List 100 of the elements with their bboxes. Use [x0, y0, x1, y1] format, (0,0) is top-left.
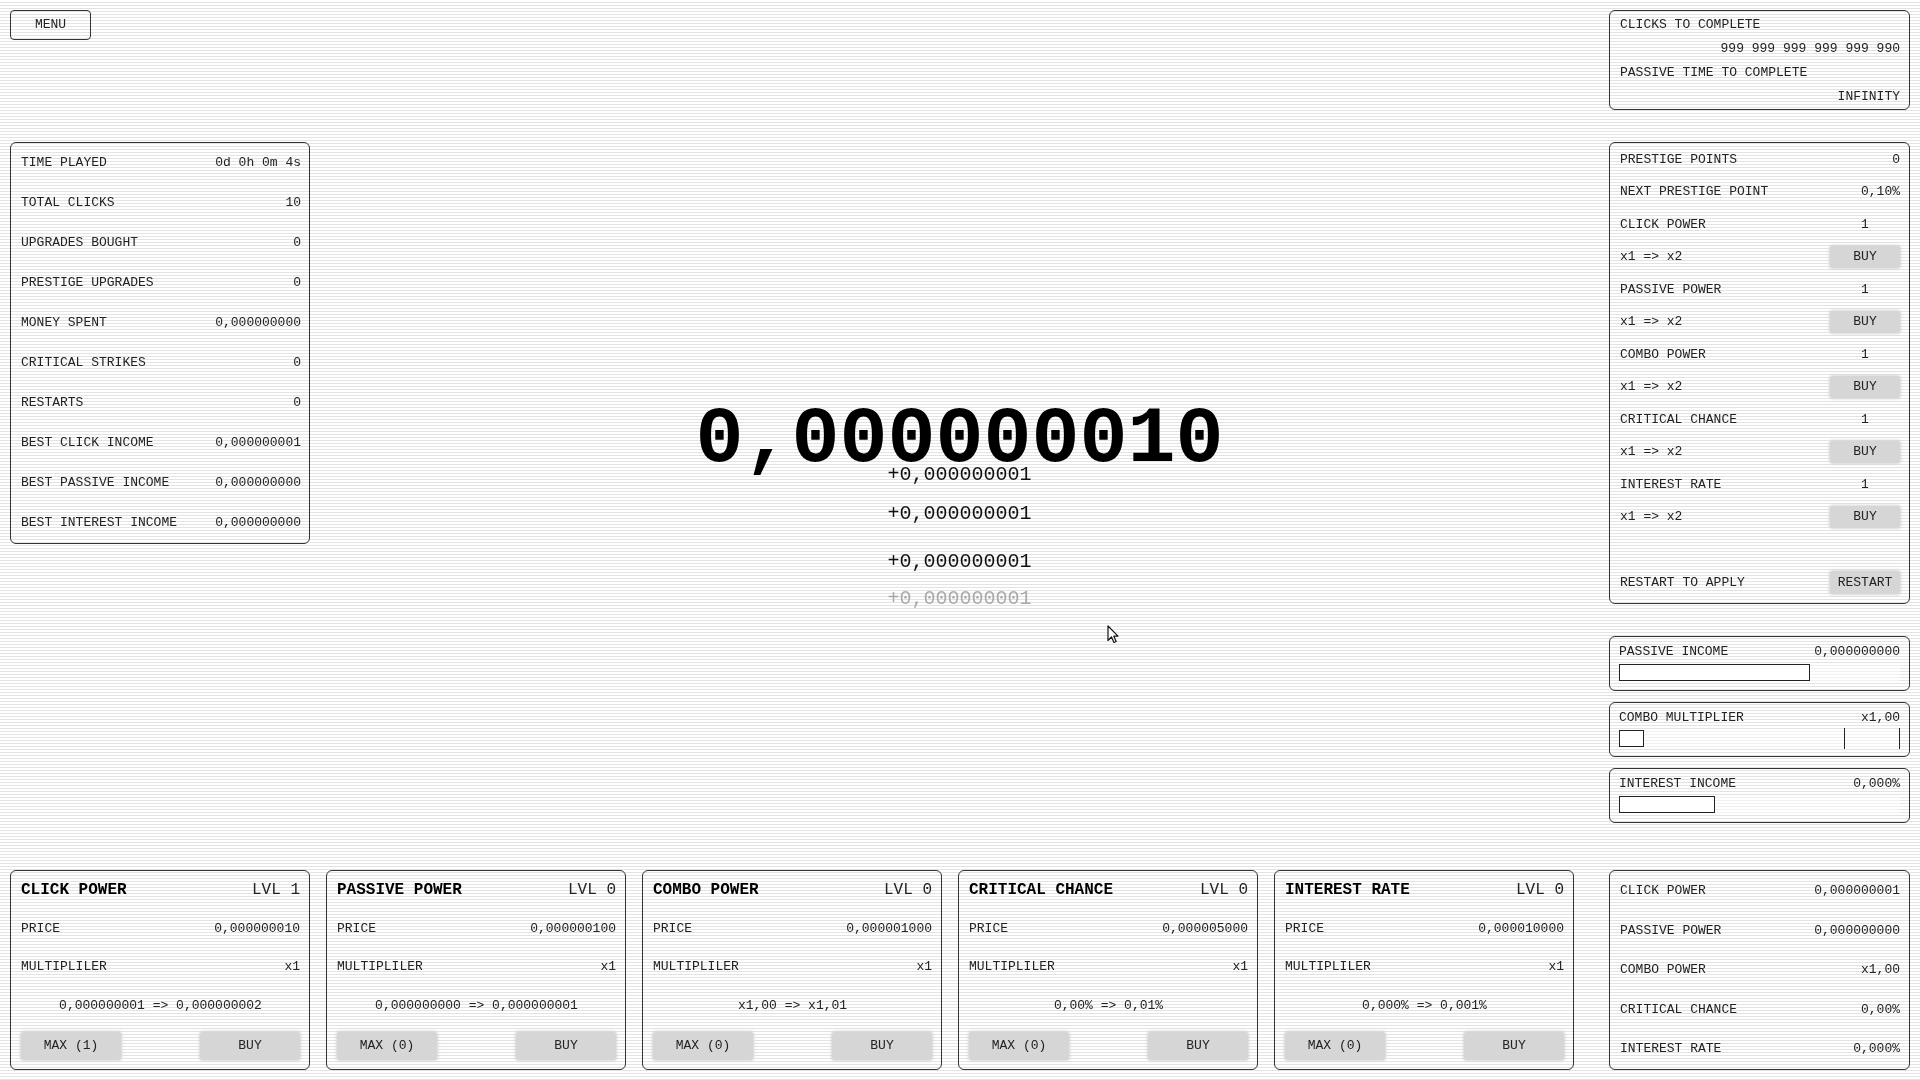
- stat-label: BEST INTEREST INCOME: [21, 514, 178, 533]
- menu-button[interactable]: MENU: [10, 10, 91, 40]
- restart-button[interactable]: RESTART: [1830, 571, 1900, 594]
- prestige-upgrade-level: 1: [1861, 280, 1869, 299]
- prestige-upgrade-level: 1: [1861, 345, 1869, 364]
- completion-label: PASSIVE TIME TO COMPLETE: [1620, 64, 1808, 82]
- max-button[interactable]: MAX (0): [337, 1031, 437, 1060]
- buy-button[interactable]: BUY: [1464, 1031, 1564, 1060]
- prestige-upgrade-change: x1 => x2: [1620, 313, 1683, 331]
- stat-value: 0,000000000: [215, 314, 301, 333]
- prestige-value: 0,10%: [1861, 183, 1900, 201]
- multiplier-value: x1: [1232, 958, 1248, 976]
- card-level: LVL 0: [1200, 880, 1248, 901]
- prestige-upgrade-label: PASSIVE POWER: [1620, 280, 1722, 299]
- card-title: CLICK POWER: [21, 880, 127, 901]
- multiplier-value: x1: [284, 958, 300, 976]
- mouse-pointer-icon: [1107, 625, 1119, 644]
- price-label: PRICE: [21, 919, 60, 938]
- stat-label: CRITICAL STRIKES: [21, 354, 146, 373]
- completion-label: CLICKS TO COMPLETE: [1620, 16, 1761, 34]
- stat-value: 0: [293, 274, 301, 293]
- prestige-upgrade-level: 1: [1861, 475, 1869, 494]
- max-button[interactable]: MAX (0): [653, 1031, 753, 1060]
- stat-value: 0: [293, 354, 301, 373]
- stat-label: PRESTIGE UPGRADES: [21, 274, 154, 293]
- price-label: PRICE: [969, 919, 1008, 938]
- meter-value: 0,000000000: [1814, 643, 1900, 662]
- buy-button[interactable]: BUY: [1830, 440, 1900, 463]
- prestige-upgrade-level: 1: [1861, 215, 1869, 234]
- multiplier-label: MULTIPLILER: [21, 958, 107, 976]
- stat-label: RESTARTS: [21, 394, 84, 413]
- buy-button[interactable]: BUY: [516, 1031, 616, 1060]
- buy-button[interactable]: BUY: [200, 1031, 300, 1060]
- stat-value: 0,000000000: [215, 474, 301, 493]
- price-value: 0,000005000: [1162, 919, 1248, 938]
- upgrade-change: 0,00% => 0,01%: [1053, 996, 1164, 1015]
- multiplier-value: x1: [600, 958, 616, 976]
- prestige-upgrade-change: x1 => x2: [1620, 378, 1683, 396]
- buy-button[interactable]: BUY: [1830, 310, 1900, 333]
- prestige-label: NEXT PRESTIGE POINT: [1620, 183, 1769, 201]
- upgrade-change: x1,00 => x1,01: [737, 996, 848, 1015]
- meter-value: 0,000%: [1853, 775, 1900, 794]
- prestige-upgrade-label: CLICK POWER: [1620, 215, 1706, 234]
- prestige-upgrade-change: x1 => x2: [1620, 248, 1683, 266]
- stat-label: MONEY SPENT: [21, 314, 107, 333]
- summary-label: CRITICAL CHANCE: [1620, 1000, 1738, 1019]
- card-level: LVL 1: [252, 880, 300, 901]
- range-marker-icon: [1844, 728, 1900, 749]
- buy-button[interactable]: BUY: [832, 1031, 932, 1060]
- buy-button[interactable]: BUY: [1830, 505, 1900, 528]
- summary-value: 0,000%: [1853, 1040, 1900, 1059]
- stat-label: UPGRADES BOUGHT: [21, 234, 139, 253]
- stat-value: 0,000000000: [215, 514, 301, 533]
- summary-value: 0,000000000: [1814, 921, 1900, 940]
- price-label: PRICE: [337, 919, 376, 938]
- income-popup: +0,000000001: [887, 502, 1032, 526]
- price-value: 0,000010000: [1478, 919, 1564, 938]
- stat-value: 0: [293, 394, 301, 413]
- price-value: 0,000001000: [846, 919, 932, 938]
- price-label: PRICE: [1285, 919, 1324, 938]
- buy-button[interactable]: BUY: [1830, 375, 1900, 398]
- multiplier-label: MULTIPLILER: [337, 958, 423, 976]
- meter-label: COMBO MULTIPLIER: [1619, 709, 1744, 728]
- max-button[interactable]: MAX (0): [1285, 1031, 1385, 1060]
- stat-label: BEST PASSIVE INCOME: [21, 474, 170, 493]
- multiplier-value: x1: [916, 958, 932, 976]
- card-title: INTEREST RATE: [1285, 880, 1410, 901]
- multiplier-label: MULTIPLILER: [969, 958, 1055, 976]
- completion-value: 999 999 999 999 999 990: [1720, 40, 1900, 58]
- buy-button[interactable]: BUY: [1148, 1031, 1248, 1060]
- buy-button[interactable]: BUY: [1830, 245, 1900, 268]
- price-label: PRICE: [653, 919, 692, 938]
- summary-value: x1,00: [1861, 961, 1900, 980]
- multiplier-label: MULTIPLILER: [653, 958, 739, 976]
- card-title: CRITICAL CHANCE: [969, 880, 1114, 901]
- meter-label: INTEREST INCOME: [1619, 775, 1737, 794]
- card-title: PASSIVE POWER: [337, 880, 462, 901]
- restart-label: RESTART TO APPLY: [1620, 573, 1745, 592]
- max-button[interactable]: MAX (1): [21, 1031, 121, 1060]
- stat-label: BEST CLICK INCOME: [21, 434, 154, 453]
- card-title: COMBO POWER: [653, 880, 759, 901]
- prestige-upgrade-label: COMBO POWER: [1620, 345, 1706, 364]
- upgrade-change: 0,000000000 => 0,000000001: [375, 996, 578, 1015]
- max-button[interactable]: MAX (0): [969, 1031, 1069, 1060]
- income-popup: +0,000000001: [887, 587, 1032, 611]
- card-level: LVL 0: [884, 880, 932, 901]
- summary-label: COMBO POWER: [1620, 961, 1706, 980]
- income-popup: +0,000000001: [887, 550, 1032, 574]
- summary-value: 0,00%: [1861, 1000, 1900, 1019]
- prestige-label: PRESTIGE POINTS: [1620, 150, 1738, 169]
- stat-value: 10: [285, 194, 301, 213]
- stat-value: 0: [293, 234, 301, 253]
- meter-value: x1,00: [1861, 709, 1900, 728]
- stat-label: TOTAL CLICKS: [21, 194, 115, 213]
- price-value: 0,000000010: [214, 919, 300, 938]
- summary-label: CLICK POWER: [1620, 882, 1706, 901]
- stat-value: 0,000000001: [215, 434, 301, 453]
- prestige-upgrade-change: x1 => x2: [1620, 508, 1683, 526]
- card-level: LVL 0: [1516, 880, 1564, 901]
- card-level: LVL 0: [568, 880, 616, 901]
